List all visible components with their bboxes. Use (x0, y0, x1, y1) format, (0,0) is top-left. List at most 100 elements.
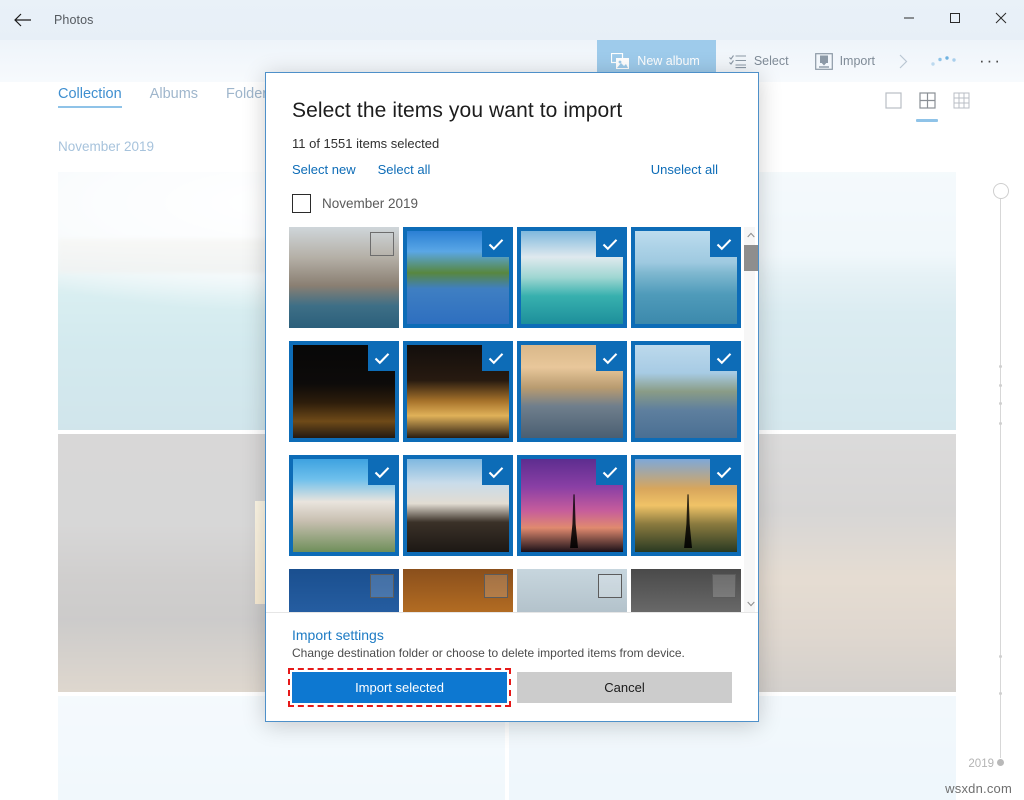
unselect-all-link[interactable]: Unselect all (651, 162, 718, 177)
thumbnail-item[interactable] (403, 455, 513, 556)
import-dialog: Select the items you want to import 11 o… (265, 72, 759, 722)
nav-tabs: Collection Albums Folders (58, 86, 274, 108)
thumbnail-item[interactable] (403, 227, 513, 328)
thumbnail-checkbox-checked[interactable] (596, 345, 623, 371)
thumbnail-item[interactable] (289, 569, 399, 612)
thumbnail-scroll-area (266, 213, 758, 612)
checkmark-icon (488, 238, 504, 251)
tab-albums[interactable]: Albums (150, 86, 198, 108)
thumbnail-checkbox-checked[interactable] (482, 345, 509, 371)
import-settings-description: Change destination folder or choose to d… (292, 646, 732, 660)
single-tile-view-icon (885, 92, 902, 114)
thumbnail-checkbox-checked[interactable] (596, 231, 623, 257)
cancel-button[interactable]: Cancel (517, 672, 732, 703)
import-button[interactable]: Import (802, 40, 888, 82)
timeline-track (1000, 196, 1001, 758)
thumbnail-item[interactable] (631, 227, 741, 328)
chevron-down-icon[interactable] (744, 596, 758, 612)
group-label: November 2019 (322, 196, 418, 211)
checkmark-icon (374, 466, 390, 479)
window-controls (886, 0, 1024, 40)
thumbnail-item[interactable] (403, 569, 513, 612)
timeline-year-label: 2019 (968, 758, 994, 770)
thumbnail-checkbox[interactable] (484, 574, 508, 598)
maximize-button[interactable] (932, 0, 978, 40)
dialog-selection-count: 11 of 1551 items selected (266, 123, 758, 151)
thumbnail-item[interactable] (517, 341, 627, 442)
dialog-footer: Import settings Change destination folde… (266, 612, 758, 721)
thumbnail-checkbox-checked[interactable] (368, 345, 395, 371)
thumbnail-checkbox[interactable] (370, 574, 394, 598)
import-label: Import (840, 54, 875, 68)
watermark: wsxdn.com (945, 781, 1012, 796)
group-header-row[interactable]: November 2019 (266, 177, 758, 213)
title-bar: Photos (0, 0, 1024, 40)
photos-app-window: Photos (0, 0, 1024, 800)
thumbnail-item[interactable] (517, 455, 627, 556)
more-ellipsis-icon[interactable]: ··· (969, 40, 1016, 82)
grid-3x3-view-button[interactable] (950, 92, 972, 122)
loading-dots-icon (919, 40, 969, 82)
import-icon (815, 53, 833, 70)
select-icon (729, 54, 747, 69)
new-album-icon (611, 53, 630, 70)
chevron-right-icon[interactable] (888, 40, 919, 82)
thumbnail-item[interactable] (289, 227, 399, 328)
thumbnail-item[interactable] (403, 341, 513, 442)
import-selected-button[interactable]: Import selected (292, 672, 507, 703)
close-button[interactable] (978, 0, 1024, 40)
thumbnail-grid (266, 227, 744, 612)
checkmark-icon (602, 238, 618, 251)
thumbnail-item[interactable] (517, 569, 627, 612)
thumbnail-item[interactable] (631, 341, 741, 442)
grid-3x3-view-icon (953, 92, 970, 114)
thumbnail-checkbox-checked[interactable] (482, 231, 509, 257)
checkmark-icon (374, 352, 390, 365)
select-all-link[interactable]: Select all (378, 162, 431, 177)
single-tile-view-button[interactable] (882, 92, 904, 122)
thumbnail-item[interactable] (289, 341, 399, 442)
thumbnail-item[interactable] (517, 227, 627, 328)
timeline-end-marker (997, 759, 1004, 766)
checkmark-icon (716, 352, 732, 365)
thumbnail-checkbox-checked[interactable] (710, 345, 737, 371)
thumbnail-checkbox-checked[interactable] (710, 231, 737, 257)
thumbnail-checkbox-checked[interactable] (482, 459, 509, 485)
tab-collection[interactable]: Collection (58, 86, 122, 108)
group-checkbox[interactable] (292, 194, 311, 213)
timeline-scrollbar[interactable] (986, 180, 1016, 780)
thumbnail-checkbox-checked[interactable] (596, 459, 623, 485)
minimize-button[interactable] (886, 0, 932, 40)
close-icon (995, 11, 1007, 29)
collection-section-header: November 2019 (58, 139, 154, 154)
thumbnail-item[interactable] (631, 569, 741, 612)
select-new-link[interactable]: Select new (292, 162, 356, 177)
chevron-up-icon[interactable] (744, 227, 758, 243)
dialog-selection-links: Select new Select all Unselect all (266, 151, 758, 177)
thumbnail-checkbox[interactable] (598, 574, 622, 598)
timeline-handle-icon[interactable] (993, 183, 1009, 199)
thumbnail-checkbox[interactable] (370, 232, 394, 256)
dialog-title: Select the items you want to import (266, 73, 758, 123)
new-album-label: New album (637, 54, 700, 68)
thumbnail-checkbox[interactable] (712, 574, 736, 598)
maximize-icon (949, 11, 961, 29)
back-button[interactable] (0, 0, 46, 40)
grid-2x2-view-button[interactable] (916, 92, 938, 122)
checkmark-icon (716, 466, 732, 479)
select-label: Select (754, 54, 789, 68)
checkmark-icon (488, 352, 504, 365)
thumbnail-checkbox-checked[interactable] (710, 459, 737, 485)
checkmark-icon (488, 466, 504, 479)
thumbnail-item[interactable] (631, 455, 741, 556)
grid-2x2-view-icon (919, 92, 936, 114)
thumbnail-item[interactable] (289, 455, 399, 556)
dialog-button-row: Import selected Cancel (292, 672, 732, 703)
import-settings-link[interactable]: Import settings (292, 627, 732, 643)
checkmark-icon (602, 352, 618, 365)
thumbnail-checkbox-checked[interactable] (368, 459, 395, 485)
minimize-icon (903, 11, 915, 29)
scrollbar-thumb[interactable] (744, 245, 758, 271)
back-arrow-icon (14, 13, 32, 27)
dialog-scrollbar[interactable] (744, 227, 755, 612)
